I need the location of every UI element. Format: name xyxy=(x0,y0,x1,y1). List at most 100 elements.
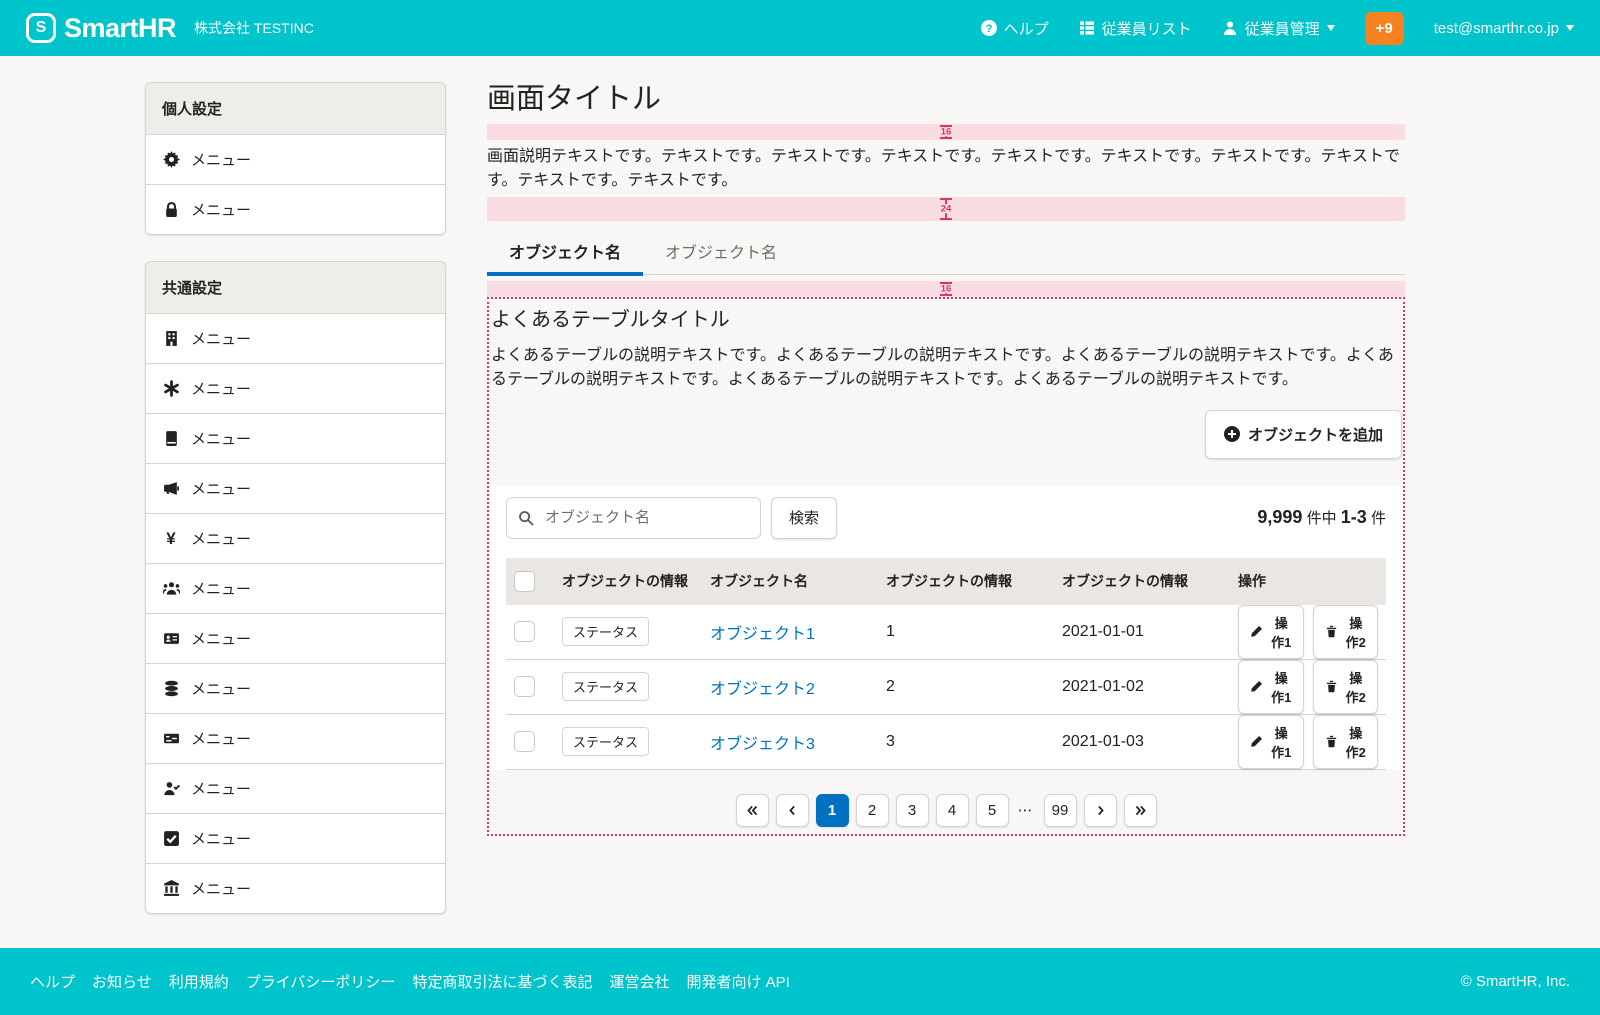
table-row: ステータス オブジェクト2 2 2021-01-02 操作1 操作2 xyxy=(506,659,1386,714)
footer-link-commercial-law[interactable]: 特定商取引法に基づく表記 xyxy=(412,971,592,992)
delete-action-button[interactable]: 操作2 xyxy=(1313,660,1379,714)
delete-action-button[interactable]: 操作2 xyxy=(1313,715,1379,769)
search-button[interactable]: 検索 xyxy=(771,497,837,539)
page-description: 画面説明テキストです。テキストです。テキストです。テキストです。テキストです。テ… xyxy=(487,145,1405,193)
sidebar-item-label: メニュー xyxy=(191,728,251,749)
footer-link-developer-api[interactable]: 開発者向け API xyxy=(686,971,789,992)
sidebar-item-label: メニュー xyxy=(191,678,251,699)
tab-object-1[interactable]: オブジェクト名 xyxy=(487,227,643,274)
sidebar-item-label: メニュー xyxy=(191,578,251,599)
landmark-icon xyxy=(162,880,180,898)
result-count: 9,999 件中 1-3 件 xyxy=(1257,507,1386,528)
sidebar-item-menu[interactable]: ¥ メニュー xyxy=(146,513,445,563)
add-object-label: オブジェクトを追加 xyxy=(1248,424,1383,445)
sidebar-item-label: メニュー xyxy=(191,428,251,449)
page-button-99[interactable]: 99 xyxy=(1044,794,1077,827)
tab-object-2[interactable]: オブジェクト名 xyxy=(643,227,799,274)
sidebar-item-menu[interactable]: メニュー xyxy=(146,363,445,413)
page-button-3[interactable]: 3 xyxy=(896,794,929,827)
trash-icon xyxy=(1325,735,1338,748)
sidebar-item-label: メニュー xyxy=(191,778,251,799)
trash-icon xyxy=(1325,680,1338,693)
table-header-row: オブジェクトの情報 オブジェクト名 オブジェクトの情報 オブジェクトの情報 操作 xyxy=(506,558,1386,605)
object-date-cell: 2021-01-01 xyxy=(1054,605,1230,660)
sidebar-item-menu[interactable]: メニュー xyxy=(146,863,445,913)
table-section-description: よくあるテーブルの説明テキストです。よくあるテーブルの説明テキストです。よくある… xyxy=(491,344,1401,392)
yen-icon: ¥ xyxy=(162,530,180,548)
sidebar-item-label: メニュー xyxy=(191,199,251,220)
nav-employee-list[interactable]: 従業員リスト xyxy=(1079,18,1192,39)
column-header: オブジェクトの情報 xyxy=(554,558,702,605)
footer-link-news[interactable]: お知らせ xyxy=(92,971,152,992)
last-page-button[interactable] xyxy=(1124,794,1157,827)
company-name: 株式会社 TESTINC xyxy=(194,18,314,38)
edit-action-button[interactable]: 操作1 xyxy=(1238,715,1304,769)
prev-page-button[interactable] xyxy=(776,794,809,827)
object-link[interactable]: オブジェクト1 xyxy=(710,626,815,643)
sidebar-item-label: メニュー xyxy=(191,828,251,849)
select-all-checkbox[interactable] xyxy=(514,571,535,592)
footer-link-operating-company[interactable]: 運営会社 xyxy=(609,971,669,992)
spacing-annotation-16: 16 xyxy=(487,281,1405,297)
nav-help[interactable]: ? ヘルプ xyxy=(981,18,1049,39)
table-section-title: よくあるテーブルタイトル xyxy=(491,303,1402,332)
object-link[interactable]: オブジェクト3 xyxy=(710,736,815,753)
sidebar-item-menu[interactable]: メニュー xyxy=(146,184,445,234)
page-button-4[interactable]: 4 xyxy=(936,794,969,827)
page-button-5[interactable]: 5 xyxy=(976,794,1009,827)
notification-count-badge[interactable]: +9 xyxy=(1365,12,1404,45)
check-square-icon xyxy=(162,830,180,848)
logo-wordmark[interactable]: SmartHR xyxy=(64,13,176,44)
sidebar-item-menu[interactable]: メニュー xyxy=(146,314,445,363)
row-checkbox[interactable] xyxy=(514,731,535,752)
chevrons-right-icon xyxy=(1134,804,1147,817)
megaphone-icon xyxy=(162,480,180,498)
object-table: オブジェクトの情報 オブジェクト名 オブジェクトの情報 オブジェクトの情報 操作… xyxy=(506,558,1386,770)
sidebar-item-menu[interactable]: メニュー xyxy=(146,135,445,184)
object-link[interactable]: オブジェクト2 xyxy=(710,681,815,698)
nav-employee-admin-label: 従業員管理 xyxy=(1245,18,1320,39)
sidebar-item-menu[interactable]: メニュー xyxy=(146,413,445,463)
row-checkbox[interactable] xyxy=(514,621,535,642)
sidebar-item-menu[interactable]: メニュー xyxy=(146,613,445,663)
delete-action-button[interactable]: 操作2 xyxy=(1313,605,1379,659)
first-page-button[interactable] xyxy=(736,794,769,827)
pagination-ellipsis: ⋯ xyxy=(1016,801,1037,819)
chevrons-left-icon xyxy=(746,804,759,817)
page-button-1[interactable]: 1 xyxy=(816,794,849,827)
smarthr-logo-icon[interactable]: S xyxy=(26,13,56,43)
row-checkbox[interactable] xyxy=(514,676,535,697)
logo-letter: S xyxy=(36,19,47,37)
header-nav: ? ヘルプ 従業員リスト 従業員管理 +9 test@smarthr.co.jp xyxy=(981,12,1574,45)
next-page-button[interactable] xyxy=(1084,794,1117,827)
footer-link-help[interactable]: ヘルプ xyxy=(30,971,75,992)
sidebar-item-menu[interactable]: メニュー xyxy=(146,663,445,713)
asterisk-icon xyxy=(162,380,180,398)
table-row: ステータス オブジェクト3 3 2021-01-03 操作1 操作2 xyxy=(506,714,1386,769)
gear-icon xyxy=(162,151,180,169)
footer-link-terms[interactable]: 利用規約 xyxy=(169,971,229,992)
edit-action-button[interactable]: 操作1 xyxy=(1238,660,1304,714)
column-header: オブジェクトの情報 xyxy=(1054,558,1230,605)
sidebar-section-title: 共通設定 xyxy=(146,262,445,314)
search-input[interactable] xyxy=(506,497,761,539)
sidebar-item-menu[interactable]: メニュー xyxy=(146,563,445,613)
help-icon: ? xyxy=(981,20,997,36)
app-header: S SmartHR 株式会社 TESTINC ? ヘルプ 従業員リスト 従業員管… xyxy=(0,0,1600,56)
sidebar-item-menu[interactable]: メニュー xyxy=(146,463,445,513)
nav-employee-admin-dropdown[interactable]: 従業員管理 xyxy=(1222,18,1335,39)
edit-action-button[interactable]: 操作1 xyxy=(1238,605,1304,659)
sidebar-item-menu[interactable]: メニュー xyxy=(146,763,445,813)
chevron-left-icon xyxy=(786,804,799,817)
account-menu-dropdown[interactable]: test@smarthr.co.jp xyxy=(1434,20,1574,37)
add-object-button[interactable]: オブジェクトを追加 xyxy=(1205,410,1402,459)
footer-link-privacy[interactable]: プライバシーポリシー xyxy=(246,971,396,992)
sidebar-item-menu[interactable]: メニュー xyxy=(146,813,445,863)
object-date-cell: 2021-01-02 xyxy=(1054,659,1230,714)
sidebar-item-menu[interactable]: メニュー xyxy=(146,713,445,763)
copyright-notice: © SmartHR, Inc. xyxy=(1461,973,1570,990)
account-email: test@smarthr.co.jp xyxy=(1434,20,1559,37)
app-footer: ヘルプ お知らせ 利用規約 プライバシーポリシー 特定商取引法に基づく表記 運営… xyxy=(0,948,1600,1015)
spacing-value: 16 xyxy=(940,284,953,294)
page-button-2[interactable]: 2 xyxy=(856,794,889,827)
